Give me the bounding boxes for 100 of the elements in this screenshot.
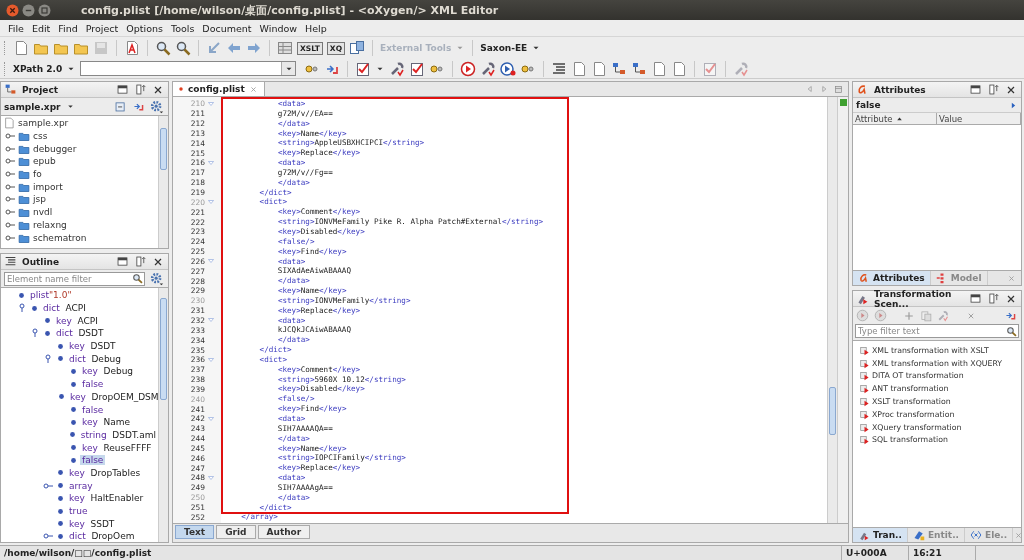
tree-item[interactable]: nvdl [33,207,53,218]
menu-item[interactable]: Window [259,22,298,34]
mode-tab[interactable]: Grid [216,525,256,539]
file-tab-label[interactable]: config.plist [188,84,245,94]
collapse-icon[interactable] [114,100,127,113]
expanded-toggle-icon[interactable] [30,328,40,339]
processor-dropdown[interactable]: Saxon-EE [480,43,528,53]
outline-item[interactable]: key SSDT [67,518,117,529]
windows-icon[interactable] [349,40,365,56]
document-icon[interactable] [591,60,608,77]
mode-tab[interactable]: Author [257,525,311,539]
tree-icon[interactable] [611,60,628,77]
collapsed-toggle-icon[interactable] [5,181,15,192]
maximize-icon[interactable] [116,255,129,268]
outline-item[interactable]: key Name [80,417,133,428]
pin-icon[interactable] [134,83,147,96]
outline-item[interactable]: key ReuseFFFF [80,442,154,453]
collapsed-toggle-icon[interactable] [5,169,15,180]
xpath-version-dropdown[interactable]: XPath 2.0 [13,63,63,74]
arrow-icon[interactable] [1009,100,1018,110]
menu-item[interactable]: Edit [31,22,51,34]
outline-item[interactable]: false [80,455,106,466]
settings-icon[interactable] [150,271,164,286]
collapsed-toggle-icon[interactable] [5,156,15,167]
collapsed-toggle-icon[interactable] [5,207,15,218]
collapsed-toggle-icon[interactable] [5,194,15,205]
panel-tab[interactable]: Tran.. [853,528,908,542]
menu-item[interactable]: Options [126,22,163,34]
outline-item[interactable]: true [67,506,90,517]
collapsed-toggle-icon[interactable] [5,131,15,142]
tree-icon[interactable] [631,60,648,77]
settings-icon[interactable] [150,99,164,114]
outline-item[interactable]: dict Debug [67,353,124,364]
column-header[interactable]: Attribute [853,113,937,124]
list-icon[interactable] [551,60,568,77]
check-document-icon[interactable] [409,60,426,77]
outline-item[interactable]: dict DSDT [54,328,106,339]
outline-item[interactable]: false [80,404,106,415]
outline-item[interactable]: dict ACPI [41,303,88,314]
validate-icon[interactable] [355,60,372,77]
collapsed-toggle-icon[interactable] [5,143,15,154]
collapsed-toggle-icon[interactable] [43,480,53,491]
menu-item[interactable]: Help [305,22,327,34]
caret-icon[interactable] [65,102,75,111]
search-icon[interactable] [132,273,143,284]
debug-icon[interactable] [500,60,517,77]
menu-item[interactable]: Document [202,22,252,34]
outline-item[interactable]: key ACPI [54,315,100,326]
wrench-icon[interactable] [480,60,497,77]
menu-item[interactable]: Find [58,22,78,34]
panel-tab-label[interactable]: Attributes [873,273,925,283]
xpath-input-field[interactable] [80,61,297,76]
pin-icon[interactable] [134,255,147,268]
new-file-icon[interactable] [13,40,29,56]
outline-item[interactable]: key Debug [80,366,136,377]
run-icon[interactable] [460,60,477,77]
outline-item[interactable]: string DSDT.aml [78,429,158,440]
maximize-icon[interactable] [969,83,982,96]
collapsed-toggle-icon[interactable] [43,531,53,542]
maximize-icon[interactable] [969,292,982,305]
outline-item[interactable]: key DropOEM_DSM [68,391,158,402]
outline-item[interactable]: key DSDT [67,341,118,352]
outline-item[interactable]: key HaltEnabler [67,493,146,504]
project-dropdown[interactable]: sample.xpr [4,101,61,112]
document-icon[interactable] [671,60,688,77]
arrow-icon[interactable] [206,40,222,56]
maximize-icon[interactable] [116,83,129,96]
tree-item[interactable]: jsp [33,194,46,205]
tree-item[interactable]: fo [33,169,42,180]
tree-item[interactable]: relaxng [33,219,67,230]
minimize-icon[interactable] [22,3,35,17]
menu-item[interactable]: Tools [170,22,195,34]
outline-item[interactable]: plist"1.0" [28,290,74,301]
tree-item[interactable]: debugger [33,143,77,154]
expanded-toggle-icon[interactable] [17,303,27,314]
forward-icon[interactable] [246,40,262,56]
edit-icon[interactable] [702,60,719,77]
scrollbar[interactable] [827,97,838,523]
tab-list-icon[interactable] [833,83,844,95]
pin-icon[interactable] [987,292,1000,305]
scrollbar[interactable] [158,288,168,542]
column-header[interactable]: Value [937,113,1021,124]
outline-item[interactable]: false [80,379,106,390]
tree-item[interactable]: css [33,131,48,142]
table-icon[interactable] [277,40,293,56]
filter-field[interactable]: Type filter text [855,324,1019,338]
search-icon[interactable] [1006,325,1017,337]
wrench-icon[interactable] [389,60,406,77]
outline-item[interactable]: dict DropOem [67,531,137,542]
menu-item[interactable]: File [8,22,24,34]
expanded-toggle-icon[interactable] [43,353,53,364]
document-icon[interactable] [571,60,588,77]
collapsed-toggle-icon[interactable] [5,219,15,230]
tree-item[interactable]: sample.xpr [18,118,69,129]
find-in-files-icon[interactable] [175,40,191,56]
mode-tab[interactable]: Text [175,525,215,539]
panel-tab[interactable]: Attributes [853,271,931,285]
filter-field[interactable]: Element name filter [4,271,145,286]
search-icon[interactable] [155,40,171,56]
scrollbar[interactable] [158,116,168,248]
